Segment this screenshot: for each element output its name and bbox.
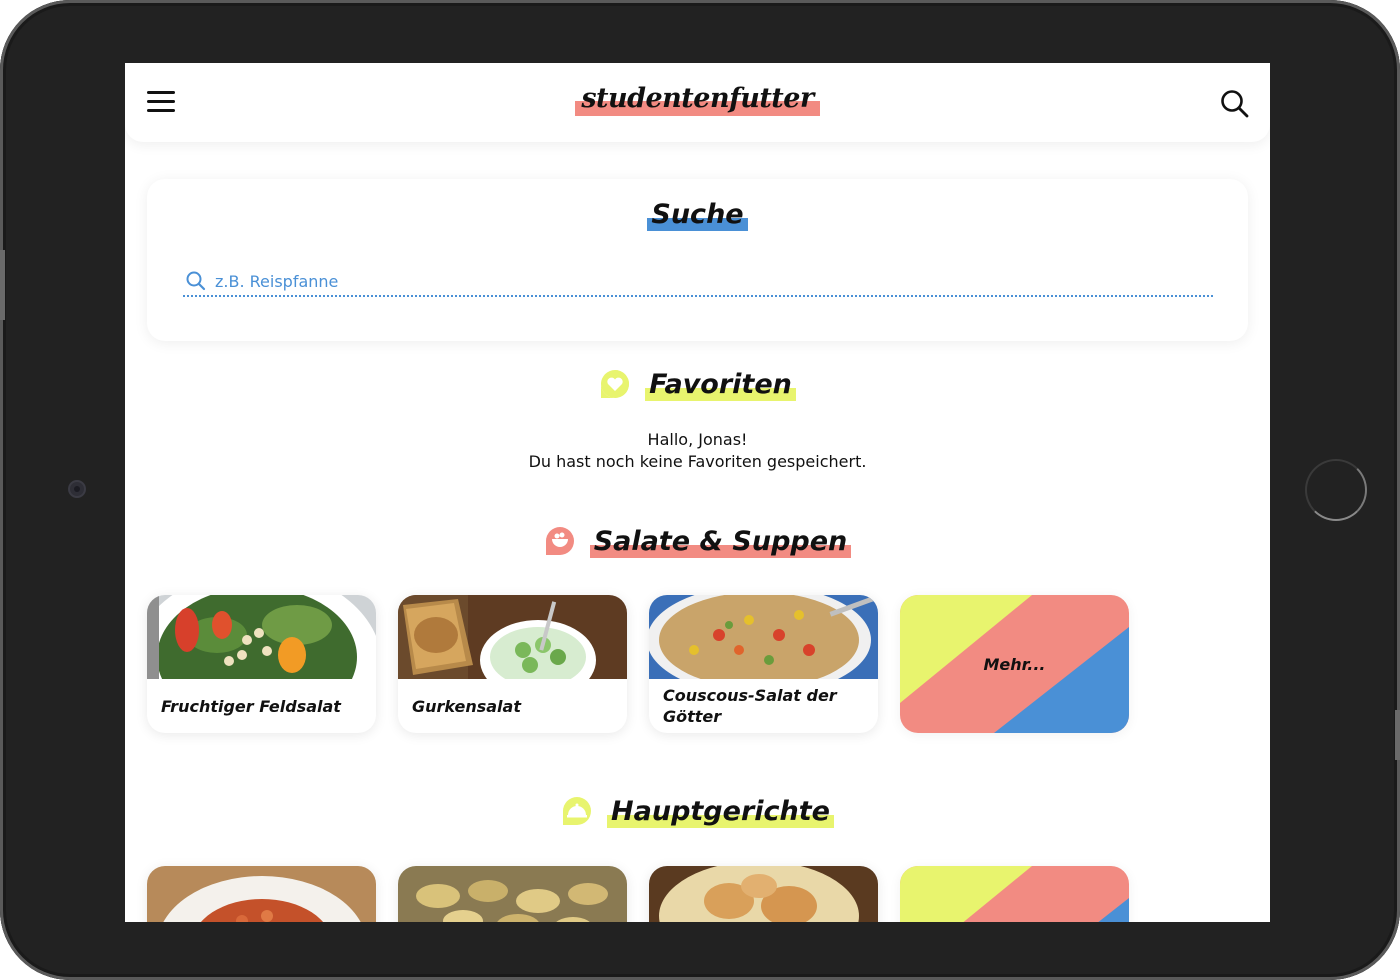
search-field-icon (186, 271, 206, 291)
recipe-card[interactable]: Fruchtiger Feldsalat (147, 595, 376, 733)
app-logo[interactable]: studentenfutter (575, 83, 820, 116)
more-button[interactable] (900, 866, 1129, 922)
more-button[interactable]: Mehr... (900, 595, 1129, 733)
recipe-photo (398, 595, 627, 679)
search-title: Suche (647, 199, 748, 231)
volume-button (0, 250, 5, 320)
recipe-photo (398, 866, 627, 922)
salads-header: Salate & Suppen (125, 525, 1270, 561)
recipe-card[interactable] (147, 866, 376, 922)
favorites-header: Favoriten (125, 368, 1270, 404)
search-field[interactable] (183, 267, 1213, 297)
tablet-frame: studentenfutter Suche z.B. Reispfanne Fa… (0, 0, 1400, 980)
recipe-card[interactable]: Gurkensalat (398, 595, 627, 733)
favorites-message: Hallo, Jonas! Du hast noch keine Favorit… (125, 429, 1270, 473)
app-header: studentenfutter (125, 63, 1270, 142)
home-button[interactable] (1305, 459, 1367, 521)
search-icon[interactable] (1218, 87, 1252, 121)
salads-title: Salate & Suppen (589, 526, 852, 558)
recipe-photo (147, 595, 376, 679)
mains-card-row (147, 866, 1248, 922)
recipe-card[interactable]: Couscous-Salat der Götter (649, 595, 878, 733)
recipe-card[interactable] (649, 866, 878, 922)
search-panel: Suche (147, 179, 1248, 341)
cloche-icon (561, 795, 593, 827)
recipe-photo (649, 595, 878, 679)
favorites-empty-text: Du hast noch keine Favoriten gespeichert… (528, 452, 867, 471)
recipe-card[interactable] (398, 866, 627, 922)
bowl-icon (544, 525, 576, 557)
brand-text: studentenfutter (581, 83, 814, 114)
heart-icon (599, 368, 631, 400)
mains-header: Hauptgerichte (125, 795, 1270, 831)
recipe-photo (147, 866, 376, 922)
recipe-title: Fruchtiger Feldsalat (161, 696, 341, 716)
search-input[interactable] (215, 267, 1195, 295)
mains-title: Hauptgerichte (607, 796, 834, 828)
recipe-title: Couscous-Salat der Götter (663, 686, 837, 726)
favorites-title: Favoriten (645, 369, 796, 401)
favorites-greeting: Hallo, Jonas! (647, 430, 748, 449)
recipe-photo (649, 866, 878, 922)
recipe-title: Gurkensalat (412, 696, 521, 716)
side-button (1395, 710, 1400, 760)
camera-icon (68, 480, 86, 498)
app-screen: studentenfutter Suche z.B. Reispfanne Fa… (125, 63, 1270, 922)
salads-card-row: Fruchtiger Feldsalat Gurkensalat Couscou… (147, 595, 1248, 735)
more-label: Mehr... (983, 654, 1046, 674)
